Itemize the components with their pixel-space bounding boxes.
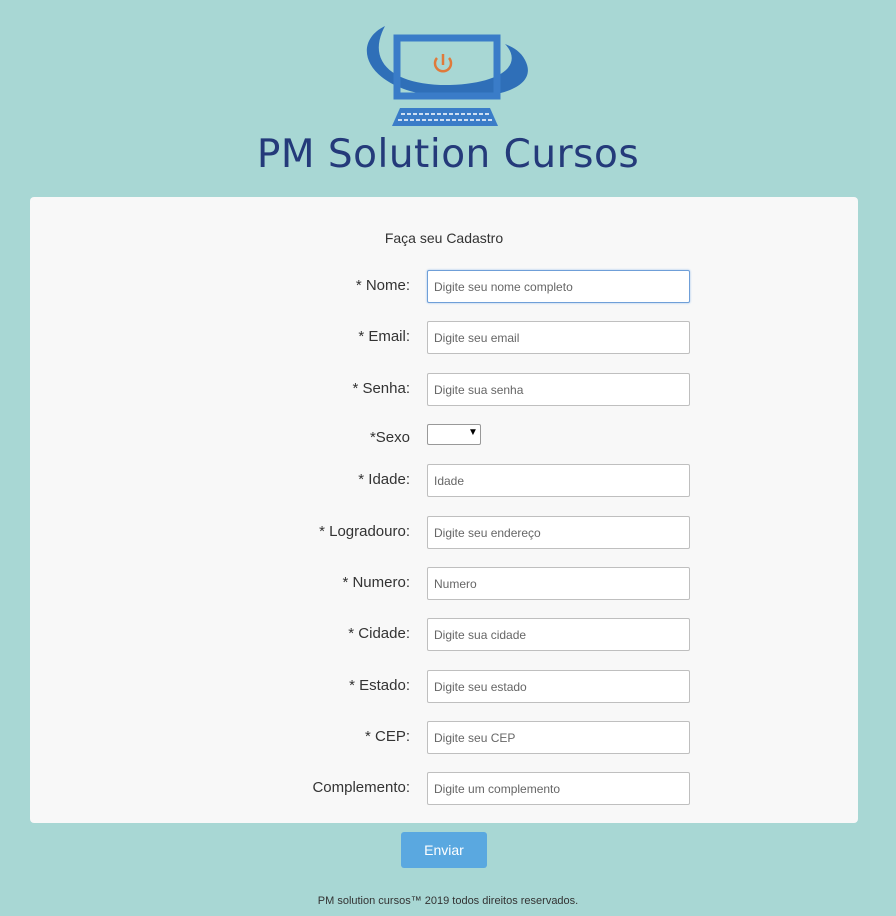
complemento-label: Complemento: xyxy=(312,779,410,796)
logradouro-input[interactable] xyxy=(427,516,690,549)
field-numero: * Numero: xyxy=(30,567,858,601)
senha-label: * Senha: xyxy=(352,380,410,397)
field-complemento: Complemento: xyxy=(30,772,858,806)
complemento-input[interactable] xyxy=(427,772,690,805)
field-sexo: *Sexo ▼ xyxy=(30,424,858,458)
nome-label: * Nome: xyxy=(355,277,410,294)
numero-label: * Numero: xyxy=(342,574,410,591)
logradouro-label: * Logradouro: xyxy=(319,523,410,540)
email-input[interactable] xyxy=(427,321,690,354)
nome-input[interactable] xyxy=(427,270,690,303)
sexo-label: *Sexo xyxy=(369,429,410,446)
idade-label: * Idade: xyxy=(358,471,410,488)
field-cep: * CEP: xyxy=(30,721,858,755)
field-cidade: * Cidade: xyxy=(30,618,858,652)
estado-label: * Estado: xyxy=(349,677,410,694)
footer-text: PM solution cursos™ 2019 todos direitos … xyxy=(317,895,579,907)
email-label: * Email: xyxy=(358,328,410,345)
idade-input[interactable] xyxy=(427,464,690,497)
senha-input[interactable] xyxy=(427,373,690,406)
cidade-input[interactable] xyxy=(427,618,690,651)
cep-input[interactable] xyxy=(427,721,690,754)
field-idade: * Idade: xyxy=(30,464,858,498)
cep-label: * CEP: xyxy=(364,728,410,745)
numero-input[interactable] xyxy=(427,567,690,600)
computer-monitor-power-icon xyxy=(366,26,528,126)
estado-input[interactable] xyxy=(427,670,690,703)
field-logradouro: * Logradouro: xyxy=(30,516,858,550)
field-estado: * Estado: xyxy=(30,670,858,704)
logo: PM Solution Cursos xyxy=(0,0,896,190)
logo-text: PM Solution Cursos xyxy=(256,132,640,177)
submit-button[interactable]: Enviar xyxy=(401,832,487,868)
field-email: * Email: xyxy=(30,321,858,355)
form-title: Faça seu Cadastro xyxy=(384,230,504,246)
cidade-label: * Cidade: xyxy=(348,625,410,642)
field-nome: * Nome: xyxy=(30,270,858,304)
registration-form: Faça seu Cadastro * Nome: * Email: * Sen… xyxy=(30,197,858,823)
field-senha: * Senha: xyxy=(30,373,858,407)
sexo-select[interactable] xyxy=(427,424,481,445)
